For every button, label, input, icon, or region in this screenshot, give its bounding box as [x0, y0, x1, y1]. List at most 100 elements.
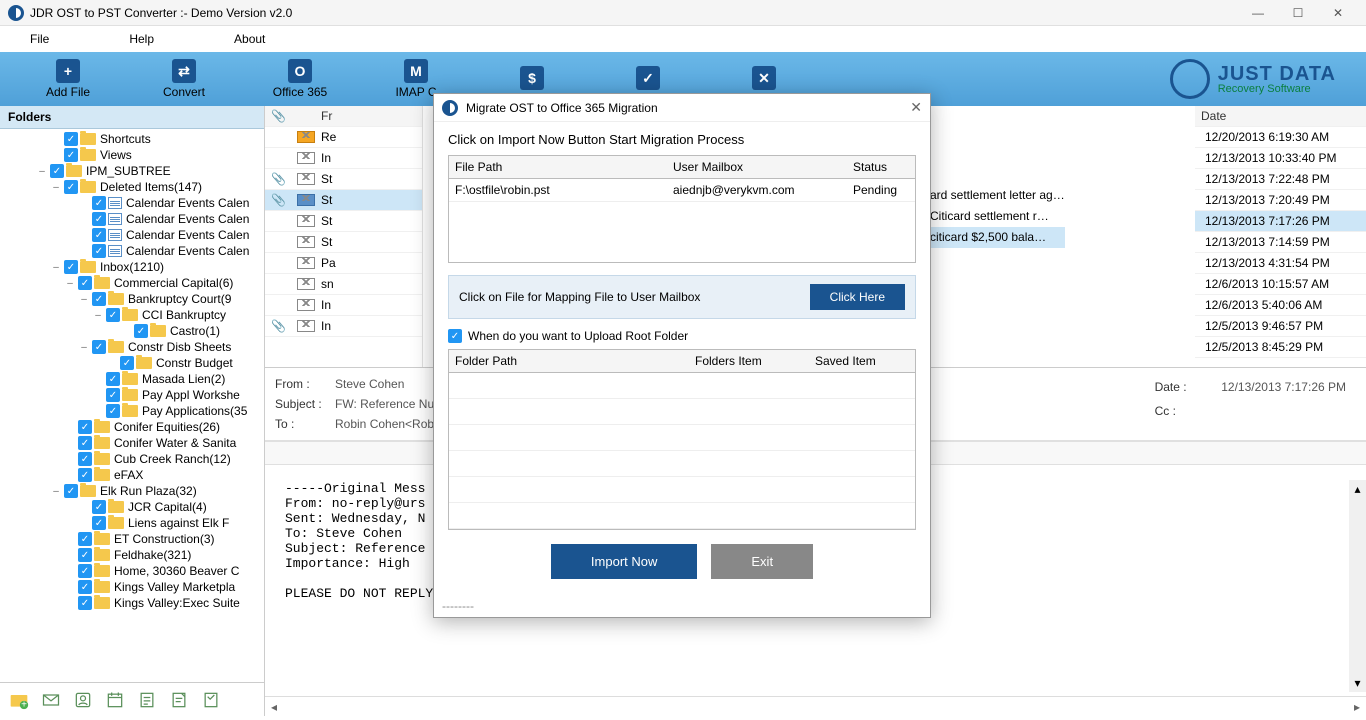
tree-item[interactable]: ✓JCR Capital(4)	[0, 499, 264, 515]
upload-root-label: When do you want to Upload Root Folder	[468, 329, 688, 343]
tree-item[interactable]: ✓eFAX	[0, 467, 264, 483]
table-row[interactable]: F:\ostfile\robin.pst aiednjb@verykvm.com…	[449, 179, 915, 202]
list-item[interactable]: 12/6/2013 10:15:57 AM	[1195, 274, 1366, 295]
tree-item[interactable]: –✓Commercial Capital(6)	[0, 275, 264, 291]
list-item[interactable]: 12/13/2013 7:20:49 PM	[1195, 190, 1366, 211]
tree-item[interactable]: ✓Constr Budget	[0, 355, 264, 371]
toolbar-button-1[interactable]: ⇄Convert	[126, 52, 242, 106]
tree-item[interactable]: –✓IPM_SUBTREE	[0, 163, 264, 179]
tree-item[interactable]: –✓Bankruptcy Court(9	[0, 291, 264, 307]
col-from[interactable]: Fr	[321, 109, 416, 123]
foot-mail-icon[interactable]	[36, 687, 66, 713]
brand-logo: JUST DATA Recovery Software	[1170, 59, 1356, 99]
th-status[interactable]: Status	[847, 156, 915, 178]
upload-root-checkbox[interactable]: ✓	[448, 329, 462, 343]
tree-item[interactable]: ✓Masada Lien(2)	[0, 371, 264, 387]
horizontal-scrollbar[interactable]: ◂▸	[265, 696, 1366, 716]
tree-item[interactable]: ✓Shortcuts	[0, 131, 264, 147]
date-list[interactable]: Date 12/20/2013 6:19:30 AM12/13/2013 10:…	[1195, 106, 1366, 358]
tree-item[interactable]: –✓Constr Disb Sheets	[0, 339, 264, 355]
foot-calendar-icon[interactable]	[100, 687, 130, 713]
list-item[interactable]: 📎In	[265, 316, 422, 337]
list-item[interactable]: 12/5/2013 9:46:57 PM	[1195, 316, 1366, 337]
folder-sidebar: Folders ✓Shortcuts✓Views–✓IPM_SUBTREE–✓D…	[0, 106, 265, 716]
menu-about[interactable]: About	[234, 32, 305, 46]
td-user-mailbox: aiednjb@verykvm.com	[667, 179, 847, 201]
list-item[interactable]: 12/13/2013 4:31:54 PM	[1195, 253, 1366, 274]
toolbar-button-2[interactable]: OOffice 365	[242, 52, 358, 106]
dialog-close-button[interactable]: ✕	[910, 99, 922, 116]
tree-item[interactable]: ✓Conifer Equities(26)	[0, 419, 264, 435]
tree-item[interactable]: ✓Views	[0, 147, 264, 163]
th-file-path[interactable]: File Path	[449, 156, 667, 178]
tree-item[interactable]: ✓Calendar Events Calen	[0, 211, 264, 227]
tree-item[interactable]: ✓Feldhake(321)	[0, 547, 264, 563]
tree-item[interactable]: ✓Cub Creek Ranch(12)	[0, 451, 264, 467]
list-item[interactable]: Pa	[265, 253, 422, 274]
tree-item[interactable]: –✓CCI Bankruptcy	[0, 307, 264, 323]
foot-contacts-icon[interactable]	[68, 687, 98, 713]
tree-item[interactable]: ✓Pay Applications(35	[0, 403, 264, 419]
foot-journal-icon[interactable]	[196, 687, 226, 713]
col-attachment[interactable]: 📎	[271, 109, 291, 123]
list-item[interactable]: 12/13/2013 7:14:59 PM	[1195, 232, 1366, 253]
list-item[interactable]: In	[265, 148, 422, 169]
tree-item[interactable]: ✓Calendar Events Calen	[0, 243, 264, 259]
th-user-mailbox[interactable]: User Mailbox	[667, 156, 847, 178]
dialog-icon	[442, 100, 458, 116]
tree-item[interactable]: –✓Elk Run Plaza(32)	[0, 483, 264, 499]
tree-item[interactable]: ✓Pay Appl Workshe	[0, 387, 264, 403]
th-saved-item[interactable]: Saved Item	[809, 350, 915, 372]
tree-item[interactable]: ✓Conifer Water & Sanita	[0, 435, 264, 451]
list-item[interactable]: 12/13/2013 7:22:48 PM	[1195, 169, 1366, 190]
tree-item[interactable]: ✓ET Construction(3)	[0, 531, 264, 547]
list-item[interactable]: 12/13/2013 10:33:40 PM	[1195, 148, 1366, 169]
list-item[interactable]: 📎St	[265, 190, 422, 211]
list-item[interactable]: In	[265, 295, 422, 316]
close-button[interactable]: ✕	[1318, 0, 1358, 26]
list-item[interactable]: St	[265, 211, 422, 232]
tree-item[interactable]: –✓Deleted Items(147)	[0, 179, 264, 195]
col-date[interactable]: Date	[1201, 109, 1226, 123]
list-item[interactable]: 12/6/2013 5:40:06 AM	[1195, 295, 1366, 316]
menu-help[interactable]: Help	[129, 32, 194, 46]
foot-notes-icon[interactable]	[164, 687, 194, 713]
tree-item[interactable]: ✓Kings Valley:Exec Suite	[0, 595, 264, 611]
list-item[interactable]: 12/13/2013 7:17:26 PM	[1195, 211, 1366, 232]
click-here-button[interactable]: Click Here	[810, 284, 905, 310]
from-value: Steve Cohen	[335, 377, 404, 391]
subject-snippets: ard settlement letter ag… Citicard settl…	[930, 185, 1065, 248]
tree-item[interactable]: ✓Home, 30360 Beaver C	[0, 563, 264, 579]
foot-folder-icon[interactable]: +	[4, 687, 34, 713]
th-folder-path[interactable]: Folder Path	[449, 350, 689, 372]
tree-item[interactable]: ✓Castro(1)	[0, 323, 264, 339]
list-item[interactable]: 12/20/2013 6:19:30 AM	[1195, 127, 1366, 148]
folder-tree[interactable]: ✓Shortcuts✓Views–✓IPM_SUBTREE–✓Deleted I…	[0, 129, 264, 682]
message-list[interactable]: 📎 Fr ReIn📎St📎StStStPasnIn📎In	[265, 106, 423, 367]
list-item[interactable]: 📎St	[265, 169, 422, 190]
tree-item[interactable]: –✓Inbox(1210)	[0, 259, 264, 275]
subject-label: Subject :	[275, 397, 335, 411]
list-item[interactable]: 12/5/2013 8:45:29 PM	[1195, 337, 1366, 358]
file-mapping-table: File Path User Mailbox Status F:\ostfile…	[448, 155, 916, 263]
vertical-scrollbar[interactable]: ▴▾	[1349, 480, 1366, 692]
mapping-info-text: Click on File for Mapping File to User M…	[459, 290, 700, 304]
list-item[interactable]: St	[265, 232, 422, 253]
to-label: To :	[275, 417, 335, 431]
td-file-path: F:\ostfile\robin.pst	[449, 179, 667, 201]
tree-item[interactable]: ✓Calendar Events Calen	[0, 227, 264, 243]
tree-item[interactable]: ✓Kings Valley Marketpla	[0, 579, 264, 595]
maximize-button[interactable]: ☐	[1278, 0, 1318, 26]
list-item[interactable]: Re	[265, 127, 422, 148]
migrate-dialog: Migrate OST to Office 365 Migration ✕ Cl…	[433, 93, 931, 618]
list-item[interactable]: sn	[265, 274, 422, 295]
import-now-button[interactable]: Import Now	[551, 544, 697, 579]
toolbar-button-0[interactable]: +Add File	[10, 52, 126, 106]
th-folders-item[interactable]: Folders Item	[689, 350, 809, 372]
tree-item[interactable]: ✓Liens against Elk F	[0, 515, 264, 531]
foot-tasks-icon[interactable]	[132, 687, 162, 713]
minimize-button[interactable]: —	[1238, 0, 1278, 26]
exit-button[interactable]: Exit	[711, 544, 813, 579]
tree-item[interactable]: ✓Calendar Events Calen	[0, 195, 264, 211]
menu-file[interactable]: File	[30, 32, 89, 46]
